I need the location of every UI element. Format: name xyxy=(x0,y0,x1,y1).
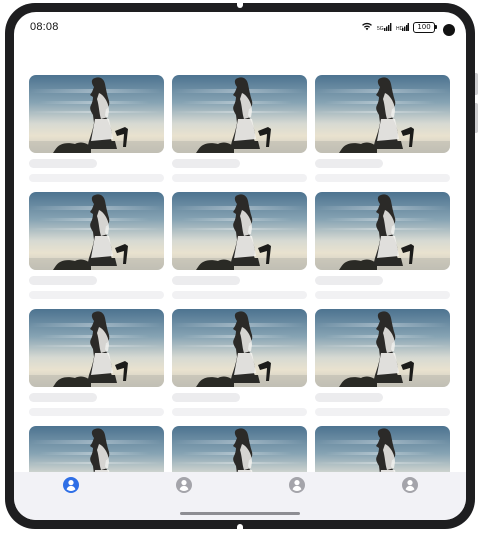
photo-card[interactable] xyxy=(315,192,450,299)
skeleton-title-placeholder xyxy=(315,276,383,285)
bottom-tab-bar xyxy=(14,472,466,520)
photo-card[interactable] xyxy=(29,309,164,416)
photo-thumbnail[interactable] xyxy=(315,309,450,387)
wifi-icon xyxy=(361,18,373,36)
screen: 08:08 5G HD 100 xyxy=(14,12,466,520)
photo-card[interactable] xyxy=(29,75,164,182)
skeleton-title-placeholder xyxy=(315,159,383,168)
front-camera xyxy=(443,24,455,36)
skeleton-title-placeholder xyxy=(172,159,240,168)
skeleton-title-placeholder xyxy=(172,393,240,402)
svg-text:5G: 5G xyxy=(377,26,384,31)
signal-icon: HD xyxy=(396,18,409,36)
status-icons: 5G HD 100 xyxy=(361,21,437,33)
photo-card[interactable] xyxy=(315,309,450,416)
hinge-bottom xyxy=(237,524,243,530)
skeleton-line-placeholder xyxy=(315,174,450,182)
skeleton-title-placeholder xyxy=(29,159,97,168)
photo-thumbnail[interactable] xyxy=(172,309,307,387)
home-indicator[interactable] xyxy=(180,512,300,515)
skeleton-line-placeholder xyxy=(29,174,164,182)
photo-card[interactable] xyxy=(172,309,307,416)
photo-thumbnail[interactable] xyxy=(29,75,164,153)
signal-icon: 5G xyxy=(377,18,392,36)
photo-thumbnail[interactable] xyxy=(315,192,450,270)
skeleton-line-placeholder xyxy=(29,291,164,299)
skeleton-line-placeholder xyxy=(172,174,307,182)
profile-icon[interactable] xyxy=(176,477,192,493)
photo-card[interactable] xyxy=(172,75,307,182)
hinge-top xyxy=(237,2,243,8)
photo-grid xyxy=(29,75,450,520)
power-button xyxy=(475,103,478,133)
skeleton-title-placeholder xyxy=(172,276,240,285)
profile-icon[interactable] xyxy=(402,477,418,493)
photo-card[interactable] xyxy=(29,192,164,299)
foldable-device-frame: 08:08 5G HD 100 xyxy=(5,2,478,530)
profile-icon[interactable] xyxy=(289,477,305,493)
volume-button xyxy=(475,73,478,95)
photo-thumbnail[interactable] xyxy=(315,75,450,153)
skeleton-line-placeholder xyxy=(315,291,450,299)
status-time: 08:08 xyxy=(30,21,59,33)
photo-thumbnail[interactable] xyxy=(172,75,307,153)
skeleton-title-placeholder xyxy=(29,393,97,402)
profile-icon[interactable] xyxy=(63,477,79,493)
skeleton-line-placeholder xyxy=(315,408,450,416)
photo-card[interactable] xyxy=(315,75,450,182)
photo-thumbnail[interactable] xyxy=(29,309,164,387)
photo-card[interactable] xyxy=(172,192,307,299)
status-bar: 08:08 5G HD 100 xyxy=(14,12,466,42)
skeleton-title-placeholder xyxy=(29,276,97,285)
photo-thumbnail[interactable] xyxy=(172,192,307,270)
battery-icon: 100 xyxy=(413,21,437,33)
photo-thumbnail[interactable] xyxy=(29,192,164,270)
skeleton-line-placeholder xyxy=(29,408,164,416)
skeleton-line-placeholder xyxy=(172,408,307,416)
battery-level: 100 xyxy=(413,21,435,33)
skeleton-title-placeholder xyxy=(315,393,383,402)
skeleton-line-placeholder xyxy=(172,291,307,299)
